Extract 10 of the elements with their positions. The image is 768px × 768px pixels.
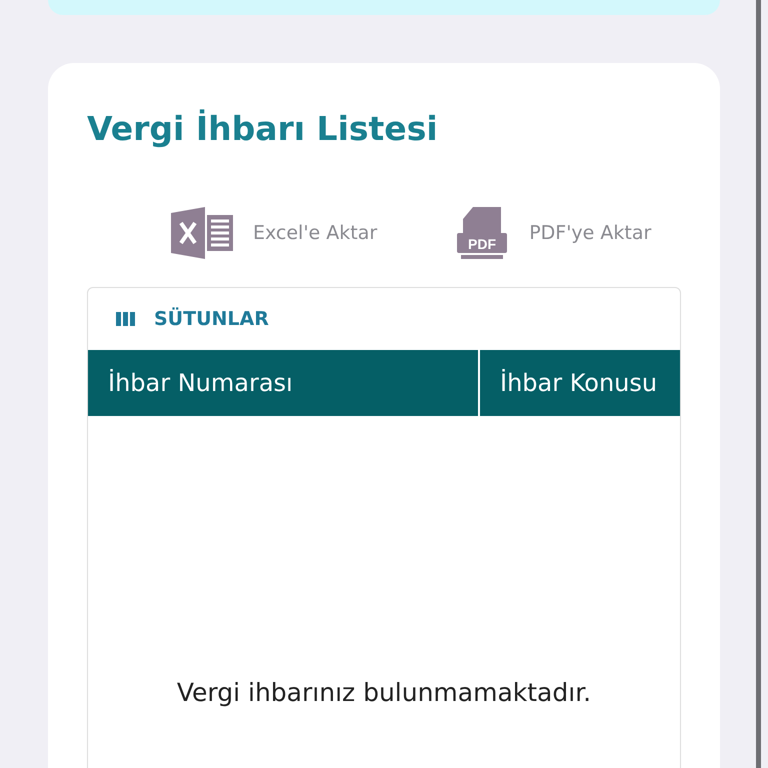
column-header[interactable]: İhbar Numarası (88, 350, 480, 416)
pdf-export-button[interactable]: PDF PDF'ye Aktar (457, 207, 652, 259)
page-title: Vergi İhbarı Listesi (87, 108, 439, 150)
columns-icon (116, 312, 136, 326)
column-header[interactable]: İhbar Konusu (480, 350, 658, 416)
scrollbar[interactable] (756, 0, 761, 768)
spreadsheet-icon (171, 207, 233, 259)
empty-message: Vergi ihbarınız bulunmamaktadır. (176, 678, 592, 707)
excel-export-button[interactable]: Excel'e Aktar (171, 207, 378, 259)
columns-button[interactable]: SÜTUNLAR (116, 308, 269, 330)
